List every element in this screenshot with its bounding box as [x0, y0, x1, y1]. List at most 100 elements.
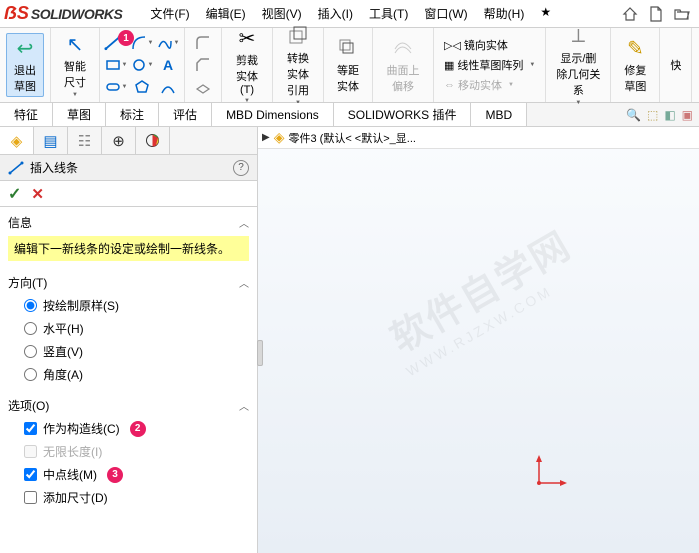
polygon-tool-button[interactable] [130, 76, 154, 98]
origin-triad-icon [529, 453, 569, 493]
as-sketched-label: 按绘制原样(S) [43, 297, 119, 314]
quick-button[interactable]: 快 [666, 55, 685, 75]
angle-radio[interactable] [24, 368, 37, 381]
feature-tree-icon: ◈ [11, 132, 23, 150]
tab-evaluate[interactable]: 评估 [159, 103, 212, 126]
add-dim-checkbox[interactable] [24, 491, 37, 504]
circle-tool-button[interactable]: ▼ [130, 54, 154, 76]
command-actions: ✓ ✕ [0, 181, 257, 207]
zoom-window-icon[interactable]: ⬚ [647, 108, 658, 122]
configuration-manager-tab[interactable]: ☷ [68, 127, 102, 154]
group-quick: 快 [660, 28, 692, 102]
rectangle-tool-button[interactable]: ▼ [104, 54, 128, 76]
convert-entities-button[interactable]: 转换实体引用 ▼ [279, 22, 317, 108]
target-icon: ⊕ [112, 132, 125, 150]
config-icon: ☷ [78, 132, 91, 150]
trim-entities-button[interactable]: ✂ 剪裁实体(T) ▼ [228, 24, 266, 106]
menu-tools[interactable]: 工具(T) [361, 1, 416, 26]
text-tool-button[interactable]: A [156, 54, 180, 76]
tab-mbd[interactable]: MBD [471, 103, 527, 126]
menu-file[interactable]: 文件(F) [142, 1, 197, 26]
group-surface-offset: 曲面上偏移 [373, 28, 434, 102]
dir-horizontal[interactable]: 水平(H) [8, 317, 249, 340]
construction-checkbox[interactable] [24, 422, 37, 435]
title-tools [621, 5, 695, 23]
repair-sketch-button[interactable]: ✎ 修复草图 [617, 34, 653, 96]
info-message: 编辑下一新线条的设定或绘制一新线条。 [8, 236, 249, 261]
display-relations-button[interactable]: ⟂ 显示/删除几何关系 ▼ [552, 22, 604, 108]
new-doc-icon[interactable] [647, 5, 665, 23]
tab-annotate[interactable]: 标注 [106, 103, 159, 126]
menu-edit[interactable]: 编辑(E) [198, 1, 254, 26]
vertical-radio[interactable] [24, 345, 37, 358]
home-icon[interactable] [621, 5, 639, 23]
midpoint-checkbox[interactable] [24, 468, 37, 481]
part-name[interactable]: 零件3 (默认< <默认>_显... [288, 130, 415, 146]
move-icon: ⇔ [444, 79, 455, 91]
property-manager-tab[interactable]: ▤ [34, 127, 68, 154]
menu-window[interactable]: 窗口(W) [416, 1, 475, 26]
as-sketched-radio[interactable] [24, 299, 37, 312]
linear-pattern-button[interactable]: ▦线性草图阵列▼ [440, 55, 539, 75]
chamfer-button[interactable] [191, 54, 215, 76]
smart-dimension-button[interactable]: ↖ 智能尺寸 ▼ [57, 30, 93, 100]
ok-button[interactable]: ✓ [8, 184, 21, 204]
smart-dim-label: 智能尺寸 [61, 58, 89, 90]
dimxpert-tab[interactable]: ⊕ [102, 127, 136, 154]
direction-header[interactable]: 方向(T) ︿ [8, 271, 249, 294]
slot-tool-button[interactable]: ▼ [104, 76, 128, 98]
tab-sw-addins[interactable]: SOLIDWORKS 插件 [334, 103, 472, 126]
cancel-button[interactable]: ✕ [31, 185, 44, 203]
horizontal-radio[interactable] [24, 322, 37, 335]
tab-features[interactable]: 特征 [0, 103, 53, 126]
info-section: 信息 ︿ 编辑下一新线条的设定或绘制一新线条。 [0, 207, 257, 267]
splitter-handle[interactable] [257, 340, 263, 366]
mirror-entities-button[interactable]: ▷◁镜向实体 [440, 35, 512, 55]
section-view-icon[interactable]: ◧ [664, 108, 675, 122]
annotation-badge-1: 1 [118, 30, 134, 46]
annotation-badge-2: 2 [130, 421, 146, 437]
info-header[interactable]: 信息 ︿ [8, 211, 249, 234]
group-convert: 转换实体引用 ▼ [273, 28, 324, 102]
options-header[interactable]: 选项(O) ︿ [8, 394, 249, 417]
help-button[interactable]: ? [233, 160, 249, 176]
exit-sketch-button[interactable]: ↩ 退出草图 [6, 33, 44, 97]
menu-insert[interactable]: 插入(I) [310, 1, 361, 26]
group-repair: ✎ 修复草图 [611, 28, 660, 102]
group-exit-sketch: ↩ 退出草图 [0, 28, 51, 102]
dir-as-sketched[interactable]: 按绘制原样(S) [8, 294, 249, 317]
relations-label: 显示/删除几何关系 [556, 50, 600, 98]
move-label: 移动实体 [458, 77, 502, 93]
options-header-label: 选项(O) [8, 397, 49, 414]
opt-midpoint[interactable]: 中点线(M) 3 [8, 463, 249, 486]
offset-icon [337, 36, 359, 60]
display-style-icon[interactable]: ▣ [682, 108, 693, 122]
graphics-viewport[interactable]: ▶ ◈ 零件3 (默认< <默认>_显... 软件自学网 WWW.RJZXW.C… [258, 127, 699, 553]
menu-help[interactable]: 帮助(H) [476, 1, 533, 26]
zoom-icon[interactable]: 🔍 [626, 108, 641, 122]
opt-add-dim[interactable]: 添加尺寸(D) [8, 486, 249, 509]
repair-label: 修复草图 [621, 62, 649, 94]
options-section: 选项(O) ︿ 作为构造线(C) 2 无限长度(I) 中点线(M) 3 添加尺寸… [0, 390, 257, 513]
offset-entities-button[interactable]: 等距实体 [330, 34, 366, 96]
tab-sketch[interactable]: 草图 [53, 103, 106, 126]
construction-label: 作为构造线(C) [43, 420, 120, 437]
fillet-button[interactable] [191, 32, 215, 54]
exit-sketch-icon: ↩ [17, 36, 34, 60]
open-doc-icon[interactable] [673, 5, 691, 23]
horizontal-label: 水平(H) [43, 320, 84, 337]
point-tool-button[interactable] [156, 76, 180, 98]
line-tool-button[interactable]: ▼ 1 [104, 32, 128, 54]
display-manager-tab[interactable] [136, 127, 170, 154]
viewport-header: ▶ ◈ 零件3 (默认< <默认>_显... [258, 127, 699, 149]
tree-expand-icon[interactable]: ▶ [262, 132, 270, 143]
spline-tool-button[interactable]: ▼ [156, 32, 180, 54]
tab-mbd-dimensions[interactable]: MBD Dimensions [212, 103, 334, 126]
feature-manager-tab[interactable]: ◈ [0, 127, 34, 154]
pattern-icon: ▦ [444, 59, 454, 72]
plane-tool-button[interactable] [191, 76, 215, 98]
relations-icon: ⟂ [572, 24, 585, 48]
opt-construction[interactable]: 作为构造线(C) 2 [8, 417, 249, 440]
dir-vertical[interactable]: 竖直(V) [8, 340, 249, 363]
dir-angle[interactable]: 角度(A) [8, 363, 249, 386]
